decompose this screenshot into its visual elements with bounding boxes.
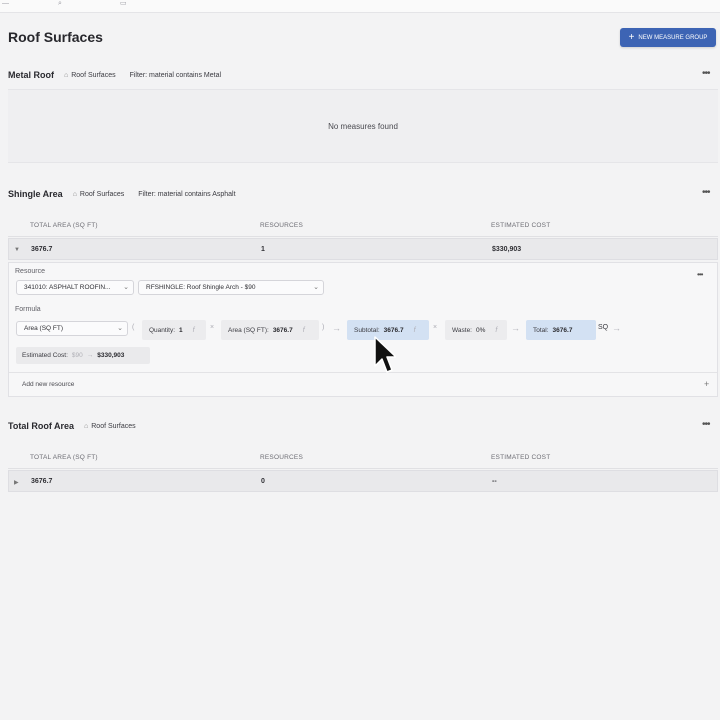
area-label: Area (SQ FT): (228, 326, 269, 334)
toolbar-fragment: — (2, 0, 9, 7)
table-row[interactable]: ▼ 3676.7 1 $330,903 (8, 238, 718, 260)
estimated-cost-old: $90 (71, 352, 83, 359)
more-options-icon[interactable]: ••• (702, 420, 710, 430)
quantity-pill[interactable]: Quantity: 1 f (142, 320, 206, 340)
multiply-operator: × (210, 324, 215, 331)
row-resources: 0 (261, 478, 265, 485)
collapse-caret-icon[interactable]: ▼ (14, 247, 20, 253)
function-icon: f (495, 326, 498, 334)
toolbar-icon[interactable]: ⌕ (58, 0, 62, 8)
column-header-resources: RESOURCES (260, 454, 303, 461)
chevron-down-icon: ⌄ (117, 325, 123, 332)
group-header-shingle-area: Shingle Area ⌂ Roof Surfaces Filter: mat… (8, 187, 250, 201)
more-options-icon[interactable]: ••• (702, 69, 710, 79)
group-name: Metal Roof (8, 70, 54, 80)
scope-label: Roof Surfaces (71, 71, 116, 79)
resource-code-value: 341010: ASPHALT ROOFIN... (24, 284, 111, 291)
close-paren: ) (322, 324, 325, 331)
quantity-value: 1 (179, 326, 183, 334)
row-area: 3676.7 (31, 478, 53, 485)
function-icon: f (413, 326, 416, 334)
column-header-area: TOTAL AREA (SQ FT) (30, 222, 98, 229)
chevron-down-icon: ⌄ (123, 284, 129, 291)
filter-chip[interactable]: Filter: material contains Metal (130, 72, 221, 79)
scope-chip[interactable]: ⌂ Roof Surfaces (64, 72, 116, 79)
group-name: Total Roof Area (8, 421, 75, 431)
waste-value: 0% (476, 326, 486, 334)
column-header-area: TOTAL AREA (SQ FT) (30, 454, 98, 461)
scope-chip[interactable]: ⌂ Roof Surfaces (84, 423, 136, 430)
divider (9, 372, 717, 373)
arrow-right-icon: → (511, 323, 520, 333)
expand-caret-icon[interactable]: ▶ (14, 479, 19, 486)
estimated-cost-label: Estimated Cost: (22, 352, 68, 359)
group-header-metal-roof: Metal Roof ⌂ Roof Surfaces Filter: mater… (8, 68, 235, 82)
table-row[interactable]: ▶ 3676.7 0 -- (8, 470, 718, 492)
unit-label: SQ (598, 324, 609, 331)
add-resource-plus-icon[interactable]: + (704, 379, 709, 389)
plus-icon: + (628, 31, 635, 43)
subtotal-label: Subtotal: (354, 326, 380, 334)
row-cost: -- (492, 478, 497, 485)
area-pill[interactable]: Area (SQ FT): 3676.7 f (221, 320, 319, 340)
add-new-resource-link[interactable]: Add new resource (22, 381, 74, 388)
formula-label: Formula (15, 306, 41, 313)
table-header: TOTAL AREA (SQ FT) RESOURCES ESTIMATED C… (8, 214, 718, 237)
estimated-cost-new: $330,903 (97, 352, 125, 359)
formula-select[interactable]: Area (SQ FT) ⌄ (16, 321, 128, 336)
subtotal-value: 3676.7 (383, 326, 404, 334)
arrow-right-icon: → (86, 352, 94, 359)
quantity-label: Quantity: (149, 326, 176, 334)
scope-chip[interactable]: ⌂ Roof Surfaces (73, 191, 125, 198)
total-label: Total: (533, 326, 549, 334)
row-resources: 1 (261, 246, 265, 253)
waste-label: Waste: (452, 326, 472, 334)
chevron-down-icon: ⌄ (313, 284, 319, 291)
page-title: Roof Surfaces (8, 29, 103, 45)
arrow-right-icon: → (332, 323, 341, 333)
resource-item-value: RFSHINGLE: Roof Shingle Arch - $90 (146, 284, 256, 291)
function-icon: f (192, 326, 195, 334)
open-paren: ( (132, 324, 135, 331)
scope-label: Roof Surfaces (79, 190, 125, 198)
toolbar-icon[interactable]: ▭ (120, 0, 127, 8)
formula-value: Area (SQ FT) (24, 325, 64, 332)
resource-item-select[interactable]: RFSHINGLE: Roof Shingle Arch - $90 ⌄ (138, 280, 324, 295)
new-measure-group-button[interactable]: + NEW MEASURE GROUP (620, 28, 716, 47)
mouse-pointer-icon (374, 336, 396, 373)
resource-code-select[interactable]: 341010: ASPHALT ROOFIN... ⌄ (16, 280, 134, 295)
row-area: 3676.7 (31, 246, 53, 253)
filter-chip[interactable]: Filter: material contains Asphalt (138, 191, 235, 198)
scope-label: Roof Surfaces (91, 422, 136, 430)
arrow-right-icon: → (612, 323, 621, 333)
top-toolbar: — ⌕ ▭ (0, 0, 720, 13)
waste-pill[interactable]: Waste: 0% f (445, 320, 507, 340)
hierarchy-icon: ⌂ (72, 190, 77, 198)
area-value: 3676.7 (272, 326, 293, 334)
table-header: TOTAL AREA (SQ FT) RESOURCES ESTIMATED C… (8, 446, 718, 469)
estimated-cost: Estimated Cost: $90 → $330,903 (16, 347, 150, 364)
new-measure-group-label: NEW MEASURE GROUP (638, 34, 708, 41)
total-value: 3676.7 (552, 326, 573, 334)
column-header-cost: ESTIMATED COST (491, 454, 551, 461)
more-options-icon[interactable]: ••• (697, 271, 703, 279)
column-header-resources: RESOURCES (260, 222, 303, 229)
group-header-total-roof-area: Total Roof Area ⌂ Roof Surfaces (8, 419, 150, 433)
group-name: Shingle Area (8, 189, 63, 199)
more-options-icon[interactable]: ••• (702, 188, 710, 198)
row-cost: $330,903 (492, 246, 522, 253)
multiply-operator: × (433, 324, 438, 331)
function-icon: f (302, 326, 305, 334)
total-pill[interactable]: Total: 3676.7 (526, 320, 596, 340)
resource-label: Resource (15, 268, 45, 275)
empty-state: No measures found (8, 89, 718, 163)
hierarchy-icon: ⌂ (84, 422, 89, 430)
hierarchy-icon: ⌂ (64, 71, 69, 79)
column-header-cost: ESTIMATED COST (491, 222, 551, 229)
